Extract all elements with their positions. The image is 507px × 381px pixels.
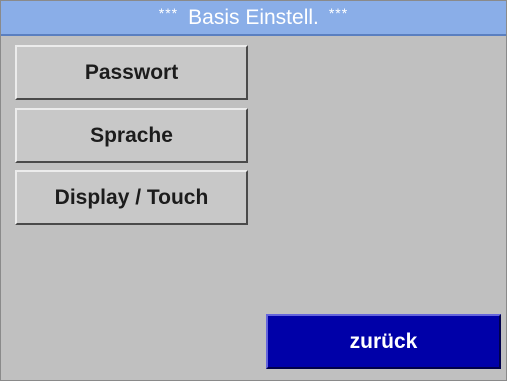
display-touch-button[interactable]: Display / Touch — [15, 170, 248, 225]
password-button[interactable]: Passwort — [15, 45, 248, 100]
back-button[interactable]: zurück — [266, 314, 501, 369]
title-stars-right: *** — [328, 4, 349, 21]
page-title: Basis Einstell. — [188, 5, 319, 29]
language-button[interactable]: Sprache — [15, 108, 248, 163]
back-button-label: zurück — [349, 329, 418, 353]
password-button-label: Passwort — [84, 60, 179, 84]
title-bar: *** Basis Einstell. *** — [1, 1, 506, 36]
title-stars-left: *** — [158, 4, 179, 21]
display-touch-button-label: Display / Touch — [54, 185, 209, 209]
settings-screen: *** Basis Einstell. *** Passwort Sprache… — [0, 0, 507, 381]
language-button-label: Sprache — [90, 123, 173, 147]
